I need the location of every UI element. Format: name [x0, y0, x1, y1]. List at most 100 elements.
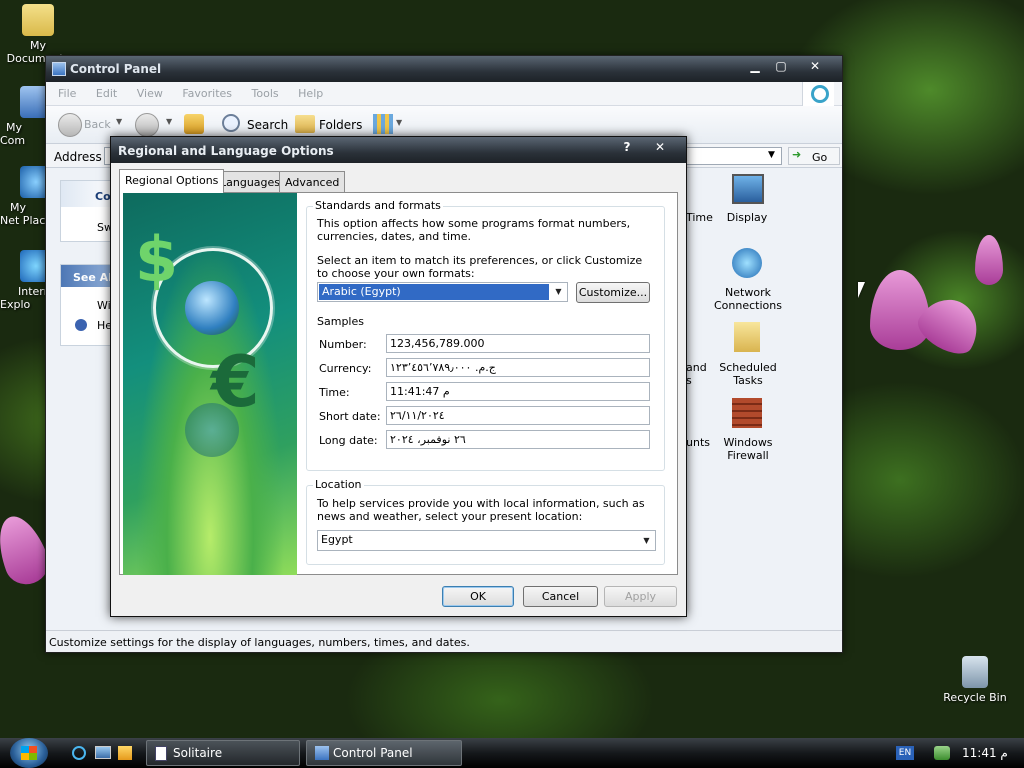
ok-button[interactable]: OK — [442, 586, 514, 607]
lotus-bud-image — [975, 235, 1003, 285]
status-bar: Customize settings for the display of la… — [46, 630, 842, 652]
windows-firewall-icon[interactable] — [732, 398, 762, 428]
media-player-icon[interactable] — [118, 746, 132, 760]
dialog-title: Regional and Language Options — [118, 144, 334, 158]
lotus-flower-image — [870, 270, 930, 350]
globe-icon — [185, 281, 239, 335]
sample-short-date-value: ٢٦/١١/٢٠٢٤ — [386, 406, 650, 425]
network-tray-icon[interactable] — [934, 746, 950, 760]
back-button-label[interactable]: Back — [84, 118, 111, 131]
taskbar-item-solitaire[interactable]: Solitaire — [146, 740, 300, 766]
chevron-down-icon[interactable]: ▼ — [550, 283, 567, 300]
control-panel-icon — [52, 62, 66, 76]
control-panel-titlebar[interactable]: Control Panel ▁ ▢ ✕ — [46, 56, 842, 82]
tab-languages[interactable]: Languages — [214, 171, 287, 192]
sidebar-panel-title: See Al — [73, 271, 112, 284]
address-label: Address — [54, 150, 102, 164]
tab-pane: $ € Standards and formats This option af… — [119, 192, 678, 575]
maximize-icon[interactable]: ▢ — [768, 59, 794, 75]
search-icon[interactable] — [222, 114, 240, 132]
location-select-value: Egypt — [321, 533, 353, 546]
cp-item-partial[interactable]: unts — [686, 436, 710, 449]
cp-item-partial[interactable]: and s — [686, 361, 710, 387]
sample-label-number: Number: — [319, 338, 367, 351]
desktop-icon-my-network[interactable]: My Net Plac — [0, 166, 52, 227]
close-icon[interactable]: ✕ — [802, 59, 828, 75]
sample-number-value: 123,456,789.000 — [386, 334, 650, 353]
status-text: Customize settings for the display of la… — [49, 636, 470, 649]
language-indicator[interactable]: EN — [896, 746, 914, 760]
desktop-icon-internet-explorer[interactable]: Intern Explo — [0, 250, 52, 311]
tab-regional-options[interactable]: Regional Options — [119, 169, 225, 193]
location-select[interactable]: Egypt ▼ — [317, 530, 656, 551]
start-button[interactable] — [10, 738, 48, 768]
folders-button-label[interactable]: Folders — [319, 118, 362, 132]
back-arrow-icon[interactable] — [58, 113, 82, 137]
sample-label-long-date: Long date: — [319, 434, 378, 447]
dialog-close-button[interactable]: ✕ — [646, 140, 674, 156]
apply-button[interactable]: Apply — [604, 586, 677, 607]
location-description: To help services provide you with local … — [317, 497, 645, 523]
tab-advanced[interactable]: Advanced — [279, 171, 346, 192]
menu-tools[interactable]: Tools — [252, 87, 279, 100]
desktop-icon-label: Intern Explo — [0, 285, 51, 311]
menu-help[interactable]: Help — [298, 87, 323, 100]
cp-item-network-connections[interactable]: Network Connections — [714, 286, 782, 312]
clock[interactable]: 11:41 م — [962, 746, 1008, 760]
go-arrow-icon: ➜ — [792, 148, 802, 161]
cp-item-date-time[interactable]: Time — [686, 211, 713, 224]
chevron-down-icon[interactable]: ▼ — [116, 117, 122, 126]
views-icon[interactable] — [373, 114, 393, 134]
format-select[interactable]: Arabic (Egypt) ▼ — [317, 282, 568, 302]
chevron-down-icon[interactable]: ▼ — [396, 118, 402, 127]
sample-long-date-value: ٢٦ نوفمبر، ٢٠٢٤ — [386, 430, 650, 449]
menu-bar: File Edit View Favorites Tools Help — [46, 82, 842, 106]
cp-item-scheduled-tasks[interactable]: Scheduled Tasks — [718, 361, 778, 387]
chevron-down-icon[interactable]: ▼ — [768, 150, 775, 160]
regional-language-dialog: Regional and Language Options ? ✕ Region… — [110, 136, 687, 617]
menu-file[interactable]: File — [58, 87, 76, 100]
go-button[interactable]: ➜ Go — [788, 147, 840, 165]
taskbar-item-label: Solitaire — [173, 746, 223, 760]
help-icon — [75, 319, 87, 331]
forward-arrow-icon[interactable] — [135, 113, 159, 137]
display-icon[interactable] — [732, 174, 764, 204]
folders-icon[interactable] — [295, 115, 315, 133]
dialog-titlebar[interactable]: Regional and Language Options ? ✕ — [111, 137, 686, 163]
desktop-icon-recycle-bin[interactable]: Recycle Bin — [940, 656, 1010, 704]
desktop-icon-label: My Com — [0, 121, 26, 147]
sidebar-link[interactable]: Wi — [97, 299, 111, 312]
desktop-icon-label: Recycle Bin — [943, 691, 1007, 704]
samples-title: Samples — [317, 315, 364, 328]
cp-item-windows-firewall[interactable]: Windows Firewall — [718, 436, 778, 462]
standards-select-description: Select an item to match its preferences,… — [317, 254, 643, 280]
internet-explorer-icon[interactable] — [72, 746, 86, 760]
window-title: Control Panel — [70, 62, 162, 76]
chevron-down-icon[interactable]: ▼ — [166, 117, 172, 126]
minimize-icon[interactable]: ▁ — [742, 59, 768, 75]
show-desktop-icon[interactable] — [95, 746, 111, 759]
desktop-icon-label: My Net Plac — [0, 201, 46, 227]
network-connections-icon[interactable] — [732, 248, 762, 278]
menu-edit[interactable]: Edit — [96, 87, 117, 100]
desktop-icon-my-computer[interactable]: My Com — [0, 86, 52, 147]
help-button[interactable]: ? — [614, 140, 640, 156]
taskbar-item-control-panel[interactable]: Control Panel — [306, 740, 462, 766]
customize-button[interactable]: Customize... — [576, 282, 650, 303]
chevron-down-icon[interactable]: ▼ — [638, 532, 655, 549]
scheduled-tasks-icon[interactable] — [734, 322, 760, 352]
up-folder-icon[interactable] — [184, 114, 204, 134]
sample-currency-value: ج.م.‏ ١٢٣٬٤٥٦٬٧٨٩٫٠٠٠ — [386, 358, 650, 377]
menu-favorites[interactable]: Favorites — [182, 87, 232, 100]
menu-view[interactable]: View — [137, 87, 163, 100]
cancel-button[interactable]: Cancel — [523, 586, 598, 607]
cp-item-display[interactable]: Display — [726, 211, 768, 224]
taskbar: Solitaire Control Panel EN 11:41 م — [0, 738, 1024, 768]
standards-group-title: Standards and formats — [313, 199, 443, 212]
sample-label-currency: Currency: — [319, 362, 372, 375]
format-select-value: Arabic (Egypt) — [319, 284, 549, 300]
search-button-label[interactable]: Search — [247, 118, 288, 132]
location-group: Location To help services provide you wi… — [306, 478, 665, 565]
location-group-title: Location — [313, 478, 364, 491]
windows-logo-icon — [802, 82, 834, 106]
